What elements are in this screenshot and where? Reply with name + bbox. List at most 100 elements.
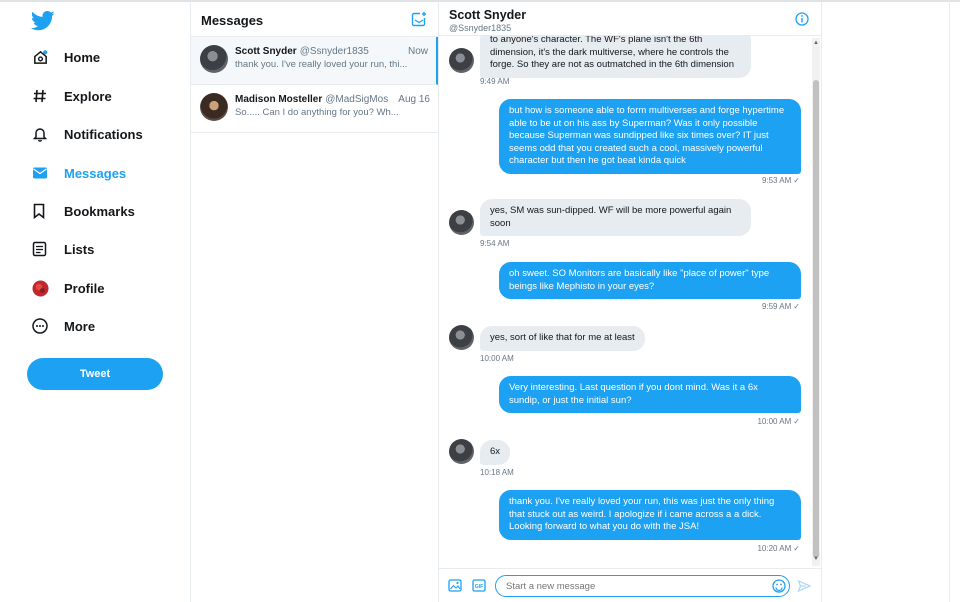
conversation-preview: thank you. I've really loved your run, t… — [235, 59, 408, 70]
scroll-down-arrow-icon[interactable]: ▼ — [813, 556, 819, 562]
nav-bookmarks[interactable]: Bookmarks — [26, 194, 135, 228]
conversation-name-text: Scott Snyder — [235, 46, 297, 57]
nav-explore[interactable]: Explore — [26, 79, 112, 113]
message-line: thank you. I've really loved your run, t… — [509, 496, 775, 507]
left-nav: Home Explore Notifications Messages Book… — [0, 2, 191, 602]
conversation-name: Scott Snyder @Ssnyder1835 — [235, 46, 369, 57]
message-line: Looking forward to what you do with the … — [509, 521, 700, 532]
message-thread[interactable]: to anyone's character. The WF's plane is… — [439, 36, 812, 566]
read-check-icon: ✓ — [793, 417, 800, 426]
avatar — [200, 93, 228, 121]
emoji-icon[interactable] — [772, 579, 786, 593]
bell-icon — [32, 123, 62, 145]
svg-text:GIF: GIF — [475, 584, 483, 590]
message-time: 9:53 AM — [761, 176, 792, 185]
message-line: oh sweet. SO Monitors are basically like… — [509, 268, 770, 279]
window-right-border — [949, 0, 950, 602]
message-time-row: 9:59 AM ✓ — [762, 302, 800, 311]
tweet-button[interactable]: Tweet — [27, 358, 163, 390]
message-time: 10:18 AM — [480, 468, 514, 477]
message-line: that stuck out as weird. I apologize if … — [509, 508, 762, 520]
conversation-list: Messages Scott Snyder @Ssnyder1835 Now th… — [191, 2, 439, 602]
message-line: forge. So they are not as outmatched in … — [490, 59, 734, 70]
message-bubble-outgoing: oh sweet. SO Monitors are basically like… — [499, 262, 801, 299]
chat-handle: @Ssnyder1835 — [449, 23, 512, 33]
conversation-time: Aug 16 — [398, 94, 430, 105]
message-line: Very interesting. Last question if you d… — [509, 382, 758, 393]
bookmark-icon — [32, 200, 62, 222]
avatar — [200, 45, 228, 73]
nav-lists-label: Lists — [64, 241, 95, 257]
twitter-bird-icon[interactable] — [31, 10, 55, 32]
conversation-time: Now — [407, 46, 428, 57]
message-bubble-outgoing: thank you. I've really loved your run, t… — [499, 490, 801, 540]
new-message-icon[interactable] — [411, 11, 427, 27]
chat-name: Scott Snyder — [449, 8, 527, 22]
nav-home[interactable]: Home — [26, 40, 100, 74]
message-time: 9:59 AM — [761, 302, 792, 311]
message-line: soon — [490, 217, 511, 229]
scroll-up-arrow-icon[interactable]: ▲ — [813, 40, 819, 46]
conversation-item-madison-mosteller[interactable]: Madison Mosteller @MadSigMos Aug 16 So...… — [191, 85, 438, 133]
hashtag-icon — [32, 85, 62, 107]
list-title: Messages — [201, 13, 264, 28]
read-check-icon: ✓ — [793, 302, 800, 311]
send-icon[interactable] — [797, 579, 811, 593]
message-time: 10:20 AM — [757, 544, 792, 553]
home-icon — [32, 46, 62, 68]
nav-profile-label: Profile — [64, 280, 105, 296]
image-upload-icon[interactable] — [448, 579, 462, 592]
message-line: character but then he got beat kinda qui… — [509, 155, 686, 166]
message-line: able to be ut on his ass by Superman? Wa… — [509, 117, 758, 129]
nav-lists[interactable]: Lists — [26, 232, 94, 266]
message-bubble-outgoing: Very interesting. Last question if you d… — [499, 376, 801, 413]
gif-icon[interactable]: GIF — [472, 579, 486, 592]
thread-scrollbar[interactable]: ▲ ▼ — [812, 38, 820, 566]
message-time-row: 10:00 AM ✓ — [757, 417, 800, 426]
sender-avatar — [449, 439, 474, 464]
nav-explore-label: Explore — [64, 88, 112, 104]
message-line: but how is someone able to form multiver… — [509, 105, 785, 116]
nav-home-label: Home — [64, 49, 101, 65]
list-header: Messages — [191, 2, 438, 37]
conversation-handle: @Ssnyder1835 — [299, 46, 369, 57]
message-bubble-incoming: yes, SM was sun-dipped. WF will be more … — [480, 199, 751, 236]
message-time: 9:49 AM — [480, 77, 510, 86]
scroll-thumb[interactable] — [813, 80, 819, 558]
nav-messages[interactable]: Messages — [26, 156, 126, 190]
message-input[interactable] — [495, 575, 790, 597]
envelope-icon — [32, 162, 62, 184]
sender-avatar — [449, 48, 474, 73]
info-icon[interactable] — [795, 12, 809, 26]
conversation-preview: So..... Can I do anything for you? Wh... — [235, 107, 399, 118]
sender-avatar — [449, 325, 474, 350]
nav-more[interactable]: More — [26, 309, 95, 343]
message-line: seems odd that you created such a cool, … — [509, 142, 763, 154]
conversation-item-scott-snyder[interactable]: Scott Snyder @Ssnyder1835 Now thank you. … — [191, 37, 438, 85]
profile-avatar-icon — [32, 277, 62, 299]
nav-notifications-label: Notifications — [64, 126, 143, 142]
conversation-handle: @MadSigMos — [325, 94, 389, 105]
read-check-icon: ✓ — [793, 544, 800, 553]
message-line: because Superman was sundipped like six … — [509, 130, 769, 141]
message-bubble-incoming: 6x — [480, 440, 511, 465]
message-line: to anyone's character. The WF's plane is… — [490, 36, 703, 45]
nav-more-label: More — [64, 318, 96, 334]
message-bubble-incoming: yes, sort of like that for me at least — [480, 326, 645, 351]
message-line: beings like Mephisto in your eyes? — [509, 280, 655, 292]
nav-notifications[interactable]: Notifications — [26, 117, 143, 151]
message-line: yes, SM was sun-dipped. WF will be more … — [490, 205, 732, 216]
message-bubble-outgoing: but how is someone able to form multiver… — [499, 99, 801, 174]
read-check-icon: ✓ — [793, 176, 800, 185]
nav-profile[interactable]: Profile — [26, 271, 104, 305]
message-composer: GIF — [439, 568, 822, 602]
sender-avatar — [449, 210, 474, 235]
message-line: 6x — [490, 446, 501, 457]
message-line: dimension, it's the dark multiverse, whe… — [490, 46, 729, 58]
conversation-name: Madison Mosteller @MadSigMos — [235, 94, 388, 105]
message-time: 10:00 AM — [480, 354, 514, 363]
message-bubble-incoming: to anyone's character. The WF's plane is… — [480, 36, 751, 78]
more-circle-icon — [32, 315, 62, 337]
nav-messages-label: Messages — [64, 165, 127, 181]
message-line: sundip, or just the initial sun? — [509, 394, 632, 406]
